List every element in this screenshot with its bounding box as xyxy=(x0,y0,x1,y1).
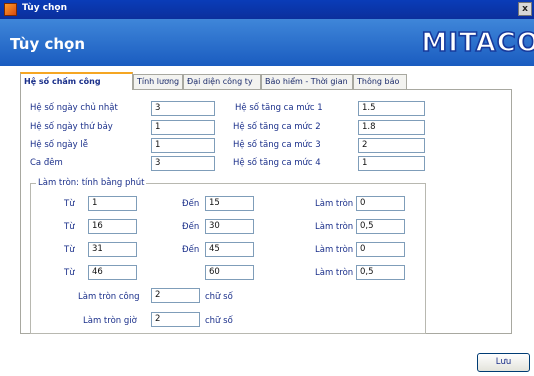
from-input[interactable]: 16 xyxy=(88,219,137,234)
close-icon[interactable]: x xyxy=(518,2,532,16)
to-label: Đến xyxy=(182,199,200,209)
round-label: Làm tròn xyxy=(315,199,354,209)
round-input[interactable]: 0 xyxy=(356,196,405,211)
from-label: Từ xyxy=(64,268,75,278)
sunday-coef-input[interactable]: 3 xyxy=(151,101,215,116)
round-hour-input[interactable]: 2 xyxy=(151,312,200,327)
night-shift-input[interactable]: 3 xyxy=(151,156,215,171)
overtime-level-3-label: Hệ số tăng ca mức 3 xyxy=(233,140,321,150)
round-label: Làm tròn xyxy=(315,245,354,255)
round-input[interactable]: 0,5 xyxy=(356,265,405,280)
overtime-level-4-input[interactable]: 1 xyxy=(358,156,425,171)
round-label: Làm tròn xyxy=(315,222,354,232)
window-titlebar: Tùy chọn x xyxy=(0,0,534,19)
overtime-level-2-input[interactable]: 1.8 xyxy=(358,120,425,135)
from-label: Từ xyxy=(64,245,75,255)
page-title: Tùy chọn xyxy=(10,35,86,53)
tab-dai-dien-cong-ty[interactable]: Đại diện công ty xyxy=(183,74,261,89)
holiday-coef-label: Hệ số ngày lễ xyxy=(30,140,88,150)
holiday-coef-input[interactable]: 1 xyxy=(151,138,215,153)
tab-bao-hiem-thoi-gian[interactable]: Bảo hiểm - Thời gian xyxy=(261,74,353,89)
from-label: Từ xyxy=(64,199,75,209)
to-input[interactable]: 60 xyxy=(205,265,254,280)
overtime-level-4-label: Hệ số tăng ca mức 4 xyxy=(233,158,321,168)
overtime-level-3-input[interactable]: 2 xyxy=(358,138,425,153)
to-label: Đến xyxy=(182,222,200,232)
round-input[interactable]: 0 xyxy=(356,242,405,257)
to-input[interactable]: 45 xyxy=(205,242,254,257)
from-input[interactable]: 1 xyxy=(88,196,137,211)
round-hour-label: Làm tròn giờ xyxy=(83,316,137,326)
save-button[interactable]: Lưu xyxy=(477,353,530,372)
round-work-input[interactable]: 2 xyxy=(151,288,200,303)
saturday-coef-input[interactable]: 1 xyxy=(151,120,215,135)
round-hour-suffix: chữ số xyxy=(205,316,233,326)
round-label: Làm tròn xyxy=(315,268,354,278)
rounding-group-legend: Làm tròn: tính bằng phút xyxy=(36,178,147,188)
saturday-coef-label: Hệ số ngày thứ bảy xyxy=(30,122,113,132)
tab-tinh-luong[interactable]: Tính lương xyxy=(133,74,183,89)
night-shift-label: Ca đêm xyxy=(30,158,63,168)
company-logo: MITACO xyxy=(421,27,534,59)
to-input[interactable]: 30 xyxy=(205,219,254,234)
from-input[interactable]: 46 xyxy=(88,265,137,280)
to-input[interactable]: 15 xyxy=(205,196,254,211)
tab-he-so-cham-cong[interactable]: Hệ số chấm công xyxy=(20,72,133,90)
header-banner: Tùy chọn MITACO xyxy=(0,19,534,66)
round-work-label: Làm tròn công xyxy=(78,292,140,302)
tab-thong-bao[interactable]: Thông báo xyxy=(353,74,407,89)
overtime-level-1-input[interactable]: 1.5 xyxy=(358,101,425,116)
app-icon xyxy=(4,3,17,16)
overtime-level-2-label: Hệ số tăng ca mức 2 xyxy=(233,122,321,132)
to-label: Đến xyxy=(182,245,200,255)
from-label: Từ xyxy=(64,222,75,232)
round-input[interactable]: 0,5 xyxy=(356,219,405,234)
round-work-suffix: chữ số xyxy=(205,292,233,302)
overtime-level-1-label: Hệ số tăng ca mức 1 xyxy=(235,103,323,113)
from-input[interactable]: 31 xyxy=(88,242,137,257)
window-title: Tùy chọn xyxy=(22,3,68,13)
sunday-coef-label: Hệ số ngày chủ nhật xyxy=(30,103,118,113)
